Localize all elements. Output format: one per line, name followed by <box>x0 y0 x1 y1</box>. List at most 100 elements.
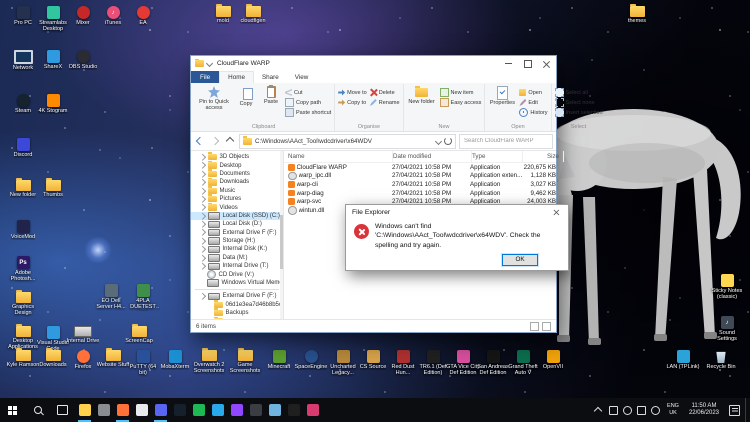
task-view-button[interactable] <box>50 398 75 422</box>
desktop-icon-recycle-bin[interactable]: Recycle Bin <box>704 350 738 370</box>
tray-overflow-chevron-icon[interactable] <box>594 407 602 415</box>
taskbar-app-spotify[interactable] <box>189 398 208 422</box>
desktop-icon-adobe-photosh[interactable]: PsAdobe Photosh... <box>6 256 40 283</box>
taskbar-app-telegram[interactable] <box>208 398 227 422</box>
desktop-icon-internal-drive[interactable]: Internal Drive <box>66 326 100 344</box>
column-header-date-modified[interactable]: Date modified <box>393 151 472 162</box>
close-button[interactable] <box>537 56 556 71</box>
desktop-icon-mobaxterm[interactable]: MobaXterm <box>158 350 192 370</box>
desktop-icon-uncharted-legacy[interactable]: Uncharted Legacy... <box>326 350 360 377</box>
explorer-titlebar[interactable]: CloudFlare WARP <box>191 56 556 71</box>
tab-share[interactable]: Share <box>254 71 287 83</box>
desktop-icon-eo-dell-server-h4[interactable]: EO Dell Server H4... <box>94 284 128 311</box>
action-center-icon[interactable] <box>729 405 740 416</box>
sidebar-item-pictures[interactable]: Pictures <box>191 195 283 203</box>
sidebar-item-cd-drive-v[interactable]: CD Drive (V:) <box>191 270 283 278</box>
desktop-icon-overwatch-2-screenshots[interactable]: Overwatch 2 Screenshots <box>192 350 226 375</box>
sidebar-item-06d1e3ea7d46b8b5c5672fe[interactable]: 06d1e3ea7d46b8b5c5672fe <box>191 301 283 309</box>
desktop-icon-pro-pc[interactable]: Pro PC <box>6 6 40 26</box>
sidebar-item-music[interactable]: Music <box>191 187 283 195</box>
sidebar-scrollbar-thumb[interactable] <box>280 215 283 269</box>
show-desktop-button[interactable] <box>745 398 750 422</box>
ok-button[interactable]: OK <box>502 254 538 266</box>
desktop-icon-discord[interactable]: Discord <box>6 138 40 158</box>
pin-to-quick-access-button[interactable]: Pin to Quick access <box>196 84 232 111</box>
desktop-icon-ea[interactable]: EA <box>126 6 160 26</box>
sidebar-item-internal-drive-t[interactable]: Internal Drive (T:) <box>191 262 283 270</box>
desktop-icon-putty-64-bit[interactable]: PuTTY (64 bit) <box>126 350 160 377</box>
sidebar-item-documents[interactable]: Documents <box>191 170 283 178</box>
desktop-icon-sharex[interactable]: ShareX <box>36 50 70 70</box>
column-header-name[interactable]: Name <box>288 151 393 162</box>
desktop-icon-red-dust-hun[interactable]: Red Dust Hun... <box>386 350 420 377</box>
rename-button[interactable]: Rename <box>370 98 400 107</box>
desktop-icon-san-andreas-def-edition[interactable]: San Andreas Def Edition <box>476 350 510 377</box>
column-header-type[interactable]: Type <box>472 151 523 162</box>
sidebar-item-3d-objects[interactable]: 3D Objects <box>191 153 283 161</box>
desktop-icon-downloads[interactable]: Downloads <box>36 350 70 368</box>
desktop-icon-voicemod[interactable]: VoiceMod <box>6 220 40 240</box>
tab-home[interactable]: Home <box>219 71 254 83</box>
back-button[interactable] <box>194 135 206 147</box>
desktop-icon-sound-settings[interactable]: ♪Sound Settings <box>710 316 744 343</box>
desktop-icon-cs-source[interactable]: CS Source <box>356 350 390 370</box>
maximize-button[interactable] <box>518 56 537 71</box>
desktop-icon-cloudflgen[interactable]: cloudflgen <box>236 6 270 24</box>
file-row-warp-ipc-dll[interactable]: warp_ipc.dll27/04/2021 10:58 PMApplicati… <box>284 172 556 181</box>
desktop-icon-game-screenshots[interactable]: Game Screenshots <box>228 350 262 375</box>
sidebar-item-local-disk-ssd-c[interactable]: Local Disk (SSD) (C:) <box>191 212 283 220</box>
taskbar-app-file-explorer[interactable] <box>75 398 94 422</box>
column-header-size[interactable]: Size <box>523 151 564 162</box>
desktop-icon-sticky-notes-classic[interactable]: Sticky Notes (classic) <box>710 274 744 301</box>
copy-to-button[interactable]: Copy to <box>338 98 367 107</box>
copy-button[interactable]: Copy <box>235 84 257 107</box>
file-row-cloudflare-warp[interactable]: CloudFlare WARP27/04/2021 10:58 PMApplic… <box>284 163 556 172</box>
dialog-titlebar[interactable]: File Explorer <box>346 205 568 219</box>
sidebar-item-downloads[interactable]: Downloads <box>191 178 283 186</box>
taskbar-app-twitch[interactable] <box>227 398 246 422</box>
sidebar-item-desktop[interactable]: Desktop <box>191 161 283 169</box>
sidebar-scrollbar[interactable] <box>280 151 283 319</box>
desktop-icon-spaceengine[interactable]: SpaceEngine <box>294 350 328 370</box>
desktop-icon-firefox[interactable]: Firefox <box>66 350 100 370</box>
taskbar-app-steam[interactable] <box>170 398 189 422</box>
address-dropdown-icon[interactable] <box>435 137 442 144</box>
desktop-icon-tr6-1-def-edition[interactable]: TR6.1 (Def Edition) <box>416 350 450 377</box>
onedrive-icon[interactable] <box>609 406 618 415</box>
new-item-button[interactable]: New item <box>440 88 482 97</box>
move-to-button[interactable]: Move to <box>338 88 367 97</box>
invert-selection-button[interactable]: Invert selection <box>555 108 603 117</box>
taskbar-app-obs[interactable] <box>246 398 265 422</box>
new-folder-button[interactable]: New folder <box>407 84 437 105</box>
taskbar-app-paint[interactable] <box>303 398 322 422</box>
start-button[interactable] <box>0 398 25 422</box>
desktop-icon-network[interactable]: Network <box>6 50 40 71</box>
cut-button[interactable]: Cut <box>285 88 331 97</box>
history-button[interactable]: History <box>519 108 547 117</box>
delete-button[interactable]: Delete <box>370 88 400 97</box>
open-button[interactable]: Open <box>519 88 547 97</box>
security-icon[interactable] <box>651 406 660 415</box>
desktop-icon-mixer[interactable]: Mixer <box>66 6 100 26</box>
desktop-icon-website-stuff[interactable]: Website Stuff <box>96 350 130 368</box>
desktop-icon-itunes[interactable]: ♪iTunes <box>96 6 130 26</box>
desktop-icon-streamlabs-desktop[interactable]: Streamlabs Desktop <box>36 6 70 33</box>
desktop-icon-themes[interactable]: themes <box>620 6 654 24</box>
volume-icon[interactable] <box>623 406 632 415</box>
desktop-icon-mold[interactable]: mold <box>206 6 240 24</box>
select-none-button[interactable]: Select none <box>555 98 603 107</box>
sidebar-item-local-disk-d[interactable]: Local Disk (D:) <box>191 220 283 228</box>
desktop-icon-graphics-design[interactable]: Graphics Design <box>6 292 40 317</box>
desktop-icon-visual-studio-code[interactable]: Visual Studio Code <box>36 326 70 353</box>
address-box[interactable]: C:\Windows\AAct_Tool\wdcdriver\x64WDV <box>239 134 456 149</box>
sidebar-item-windows-virtual-memory[interactable]: Windows Virtual Memory <box>191 279 283 287</box>
taskbar-app-settings[interactable] <box>94 398 113 422</box>
network-icon[interactable] <box>637 406 646 415</box>
desktop-icon-thumbs[interactable]: Thumbs <box>36 180 70 198</box>
desktop-icon-gta-vice-city-def-edition[interactable]: GTA Vice City Def Edition <box>446 350 480 377</box>
sidebar-item-backups[interactable]: Backups <box>191 309 283 317</box>
taskbar-app-discord[interactable] <box>151 398 170 422</box>
taskbar-search-button[interactable] <box>25 398 50 422</box>
sidebar-item-data-m[interactable]: Data (M:) <box>191 254 283 262</box>
desktop-icon-lan-tplink[interactable]: LAN (TPLink) <box>666 350 700 370</box>
